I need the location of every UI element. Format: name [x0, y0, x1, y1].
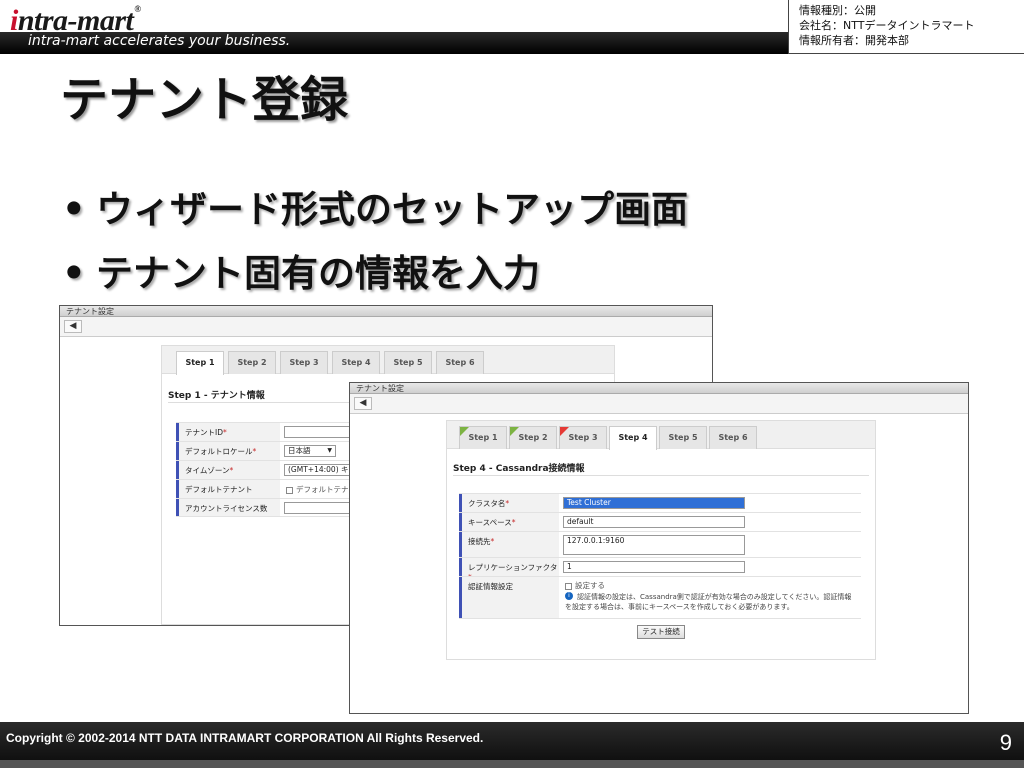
window-title: テナント設定 [350, 383, 968, 394]
tab-step5[interactable]: Step 5 [384, 351, 432, 374]
replication-factor-input[interactable]: 1 [563, 561, 745, 573]
tab-step5[interactable]: Step 5 [659, 426, 707, 449]
screenshot-step4: テナント設定 ◀ Step 1 Step 2 Step 3 Step 4 Ste… [349, 382, 969, 714]
form-row: キースペース* default [459, 512, 861, 531]
tab-step1[interactable]: Step 1 [176, 351, 224, 375]
field-label: クラスタ名* [459, 494, 559, 512]
tagline: intra-mart accelerates your business. [28, 33, 291, 49]
wizard-tabs: Step 1 Step 2 Step 3 Step 4 Step 5 Step … [162, 346, 614, 375]
field-label: デフォルトテナント [176, 480, 280, 498]
tab-step3[interactable]: Step 3 [280, 351, 328, 374]
step-title: Step 4 - Cassandra接続情報 [453, 464, 585, 474]
auth-note: i 認証情報の設定は、Cassandra側で認証が有効な場合のみ設定してください。… [565, 592, 852, 611]
form-row: 接続先* 127.0.0.1:9160 [459, 531, 861, 557]
window-toolbar: ◀ [60, 317, 712, 337]
back-button[interactable]: ◀ [354, 397, 372, 410]
field-label: タイムゾーン* [176, 461, 280, 479]
info-line: 情報所有者：開発本部 [799, 34, 909, 47]
form-row: レプリケーションファクタ* 1 [459, 557, 861, 582]
window-title: テナント設定 [60, 306, 712, 317]
wizard-tabs: Step 1 Step 2 Step 3 Step 4 Step 5 Step … [447, 421, 875, 450]
bullet-list: • ウィザード形式のセットアップ画面 • テナント固有の情報を入力 [62, 178, 688, 306]
cassandra-form: クラスタ名* Test Cluster キースペース* default 接続先*… [459, 493, 861, 653]
field-label: キースペース* [459, 513, 559, 531]
tab-step3[interactable]: Step 3 [559, 426, 607, 449]
field-label: レプリケーションファクタ* [459, 558, 559, 582]
field-label: 認証情報設定 [459, 577, 559, 618]
tab-step2[interactable]: Step 2 [509, 426, 557, 449]
form-row: 認証情報設定 設定する i 認証情報の設定は、Cassandra側で認証が有効な場… [459, 576, 861, 619]
field-label: アカウントライセンス数 [176, 499, 280, 516]
chevron-down-icon: ▼ [327, 447, 332, 454]
step-title: Step 1 - テナント情報 [168, 391, 265, 401]
info-box: 情報種別：公開 会社名：NTTデータイントラマート 情報所有者：開発本部 [788, 0, 1024, 54]
info-line: 会社名：NTTデータイントラマート [799, 19, 975, 32]
page-number: 9 [999, 730, 1012, 755]
test-connection-button[interactable]: テスト接続 [637, 625, 685, 639]
cluster-name-input[interactable]: Test Cluster [563, 497, 745, 509]
form-row: クラスタ名* Test Cluster [459, 493, 861, 512]
divider [453, 475, 869, 476]
tab-step4[interactable]: Step 4 [332, 351, 380, 374]
bullet-item: • ウィザード形式のセットアップ画面 [62, 188, 688, 231]
tab-step4[interactable]: Step 4 [609, 426, 657, 450]
field-label: テナントID* [176, 423, 280, 441]
field-label: デフォルトロケール* [176, 442, 280, 460]
connection-textarea[interactable]: 127.0.0.1:9160 [563, 535, 745, 555]
tab-step6[interactable]: Step 6 [436, 351, 484, 374]
footer-stripe [0, 760, 1024, 768]
tab-step6[interactable]: Step 6 [709, 426, 757, 449]
locale-select[interactable]: 日本語 ▼ [284, 445, 336, 457]
tab-step2[interactable]: Step 2 [228, 351, 276, 374]
field-label: 接続先* [459, 532, 559, 557]
window-toolbar: ◀ [350, 394, 968, 414]
slide-title: テナント登録 [60, 72, 349, 128]
wizard-panel: Step 1 Step 2 Step 3 Step 4 Step 5 Step … [446, 420, 876, 660]
tab-step1[interactable]: Step 1 [459, 426, 507, 449]
bullet-item: • テナント固有の情報を入力 [62, 252, 540, 295]
slide: intra-mart® intra-mart accelerates your … [0, 0, 1024, 768]
info-line: 情報種別：公開 [799, 4, 876, 17]
copyright: Copyright © 2002-2014 NTT DATA INTRAMART… [6, 731, 484, 745]
auth-settings-checkbox[interactable]: 設定する [565, 580, 605, 591]
keyspace-input[interactable]: default [563, 516, 745, 528]
info-icon: i [565, 592, 573, 600]
back-button[interactable]: ◀ [64, 320, 82, 333]
